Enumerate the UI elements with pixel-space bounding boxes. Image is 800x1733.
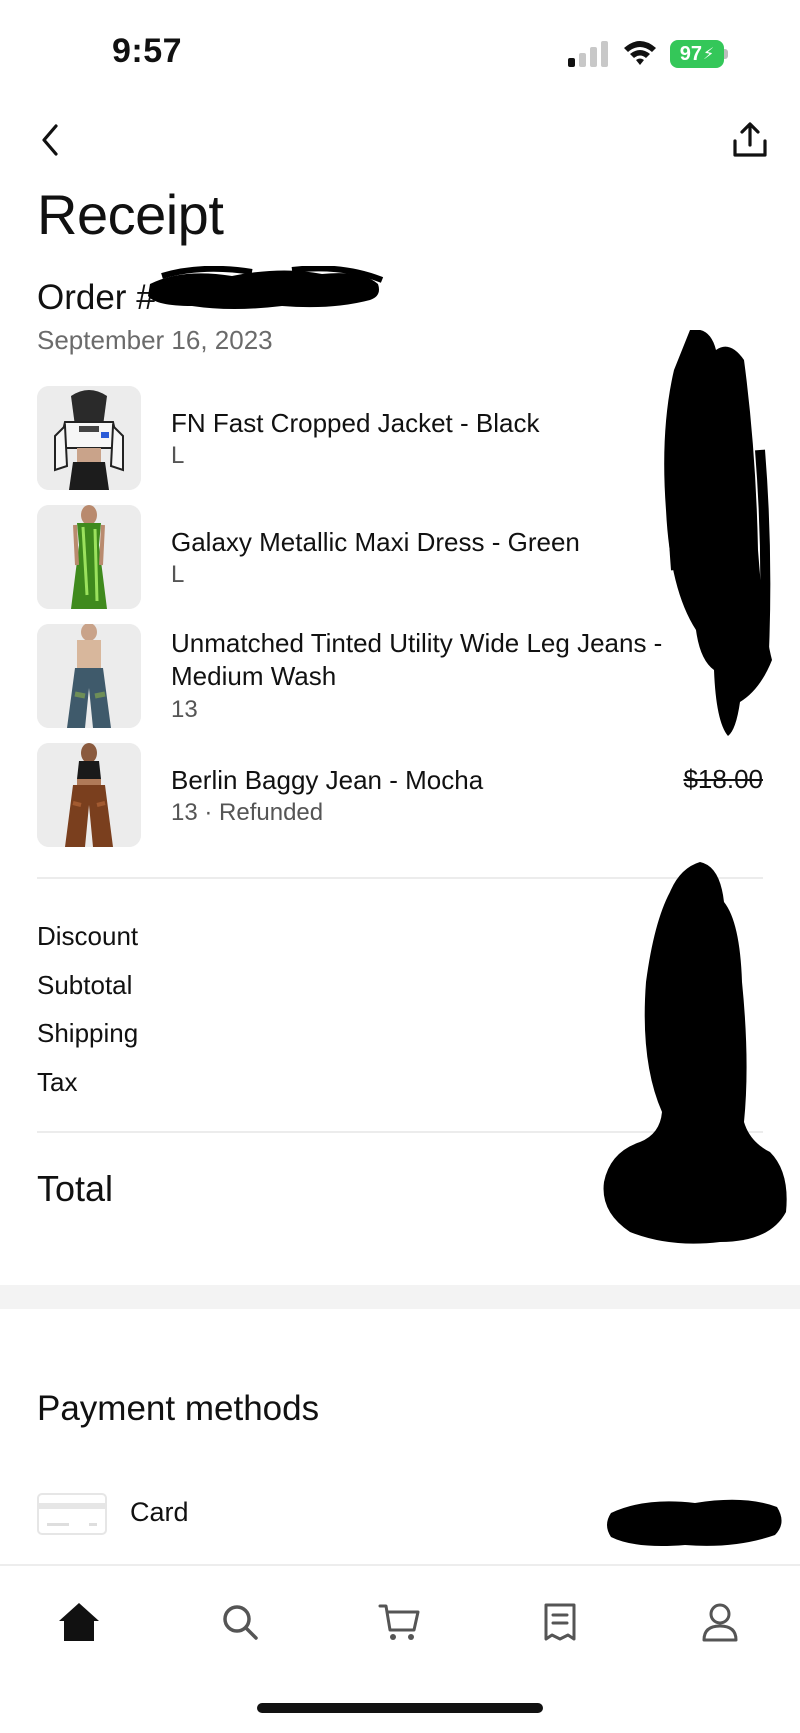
card-label: Card [130,1497,189,1527]
shipping-label: Shipping [37,1018,139,1048]
cart-icon [378,1604,420,1640]
profile-icon [702,1603,738,1642]
list-item[interactable]: FN Fast Cropped Jacket - Black L [37,386,763,505]
battery-icon: 97 ⚡ [670,40,728,68]
subtotal-label: Subtotal [37,969,133,1000]
card-number-redaction [607,1499,782,1546]
item-name: Berlin Baggy Jean - Mocha [171,765,484,795]
item-name: FN Fast Cropped Jacket - Black [171,408,540,438]
orders-icon [544,1603,576,1641]
tab-search[interactable] [212,1594,268,1650]
tax-label: Tax [37,1066,78,1097]
product-image [37,624,141,728]
page-title: Receipt [37,183,224,246]
order-number-redaction [148,266,384,309]
home-icon [59,1603,99,1641]
section-separator [0,1285,800,1309]
status-bar: 9:57 97 ⚡ [0,0,800,100]
share-icon [733,122,767,157]
product-image [37,505,141,609]
item-name: Galaxy Metallic Maxi Dress - Green [171,527,580,557]
credit-card-icon [37,1493,107,1535]
summary-redaction [603,862,787,1244]
back-button[interactable] [32,118,68,162]
wifi-icon [624,41,656,65]
total-label: Total [37,1168,114,1209]
order-items-list: FN Fast Cropped Jacket - Black L Galaxy … [37,386,763,862]
tab-profile[interactable] [692,1594,748,1650]
payment-methods-title: Payment methods [37,1389,320,1428]
item-variant: 13 [171,696,198,723]
tab-orders[interactable] [532,1594,588,1650]
cellular-signal-icon [568,41,608,67]
tab-cart[interactable] [371,1594,427,1650]
battery-level: 97 [679,42,702,65]
share-button[interactable] [728,118,772,162]
discount-label: Discount [37,921,139,951]
chevron-left-icon [42,124,58,156]
item-variant: L [171,561,185,588]
order-number: Order # [37,278,156,317]
item-variant: 13 · Refunded [171,799,324,826]
order-date: September 16, 2023 [37,325,273,355]
product-image [37,743,141,847]
home-indicator [257,1703,543,1713]
list-item[interactable]: Galaxy Metallic Maxi Dress - Green L [37,505,763,624]
item-variant: L [171,442,185,469]
status-time: 9:57 [112,32,183,70]
list-item[interactable]: Berlin Baggy Jean - Mocha 13 · Refunded … [37,743,763,862]
item-price: $18.00 [683,764,763,794]
product-image [37,386,141,490]
price-redaction [664,330,772,736]
tab-home[interactable] [51,1594,107,1650]
search-icon [223,1605,258,1640]
list-item[interactable]: Unmatched Tinted Utility Wide Leg Jeans … [37,624,763,743]
item-name: Unmatched Tinted Utility Wide Leg Jeans … [171,628,663,691]
